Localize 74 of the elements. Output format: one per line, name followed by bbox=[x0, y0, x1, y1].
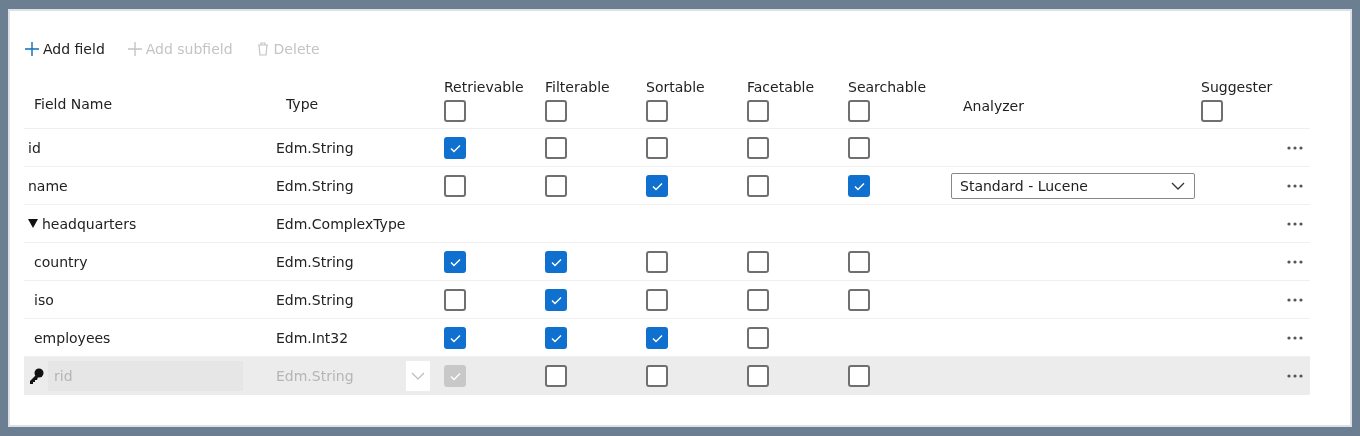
checkbox[interactable] bbox=[848, 174, 870, 197]
plus-icon bbox=[126, 41, 143, 57]
more-icon bbox=[1287, 221, 1303, 226]
column-header: Sortable bbox=[646, 79, 706, 95]
checkbox[interactable] bbox=[444, 174, 466, 197]
checkbox[interactable] bbox=[444, 136, 466, 159]
checkbox[interactable] bbox=[545, 250, 567, 273]
field-name: name bbox=[28, 177, 68, 194]
checkbox[interactable] bbox=[545, 100, 567, 122]
checkbox[interactable] bbox=[747, 288, 769, 311]
checkbox[interactable] bbox=[848, 288, 870, 311]
field-name: country bbox=[34, 253, 88, 270]
more-icon bbox=[1287, 145, 1303, 150]
field-name: id bbox=[28, 139, 41, 156]
checkbox[interactable] bbox=[848, 100, 870, 122]
checkbox[interactable] bbox=[747, 100, 769, 122]
checkbox[interactable] bbox=[646, 288, 668, 311]
checkbox[interactable] bbox=[545, 326, 567, 349]
checkbox[interactable] bbox=[747, 136, 769, 159]
checkbox[interactable] bbox=[646, 365, 668, 387]
field-type: Edm.String bbox=[276, 291, 354, 308]
checkbox[interactable] bbox=[545, 136, 567, 159]
checkbox[interactable] bbox=[444, 326, 466, 349]
column-header: Field Name bbox=[34, 96, 114, 112]
column-header: Retrievable bbox=[444, 79, 525, 95]
more-icon bbox=[1287, 297, 1303, 302]
field-name: headquarters bbox=[42, 215, 137, 232]
field-name: employees bbox=[34, 329, 111, 346]
checkbox[interactable] bbox=[444, 250, 466, 273]
more-icon bbox=[1287, 335, 1303, 340]
checkbox[interactable] bbox=[848, 250, 870, 273]
column-header: Suggester bbox=[1201, 79, 1274, 95]
table-row[interactable]: iso Edm.String bbox=[24, 281, 1310, 319]
checkbox[interactable] bbox=[545, 365, 567, 387]
field-type: Edm.String bbox=[276, 177, 354, 194]
more-icon bbox=[1287, 259, 1303, 264]
column-header: Filterable bbox=[545, 79, 611, 95]
add-button[interactable]: Add field bbox=[24, 41, 105, 57]
chevron-icon bbox=[406, 361, 430, 391]
field-type: Edm.ComplexType bbox=[276, 215, 406, 232]
checkbox[interactable] bbox=[747, 326, 769, 349]
column-header: Facetable bbox=[747, 79, 816, 95]
table-row[interactable]: id Edm.String bbox=[24, 129, 1310, 167]
table-row[interactable]: name Edm.String Standard - Lucene bbox=[24, 167, 1310, 205]
column-header: Type bbox=[286, 96, 320, 112]
checkbox[interactable] bbox=[747, 365, 769, 387]
checkbox[interactable] bbox=[545, 174, 567, 197]
checkbox[interactable] bbox=[646, 326, 668, 349]
checkbox[interactable] bbox=[444, 100, 466, 122]
table-row[interactable]: headquarters Edm.ComplexType bbox=[24, 205, 1310, 243]
field-type: Edm.Int32 bbox=[276, 329, 349, 346]
table-row[interactable]: country Edm.String bbox=[24, 243, 1310, 281]
field-name: iso bbox=[34, 291, 54, 308]
checkbox[interactable] bbox=[444, 288, 466, 311]
expand-icon[interactable] bbox=[28, 219, 38, 228]
checkbox[interactable] bbox=[646, 136, 668, 159]
checkbox[interactable] bbox=[848, 136, 870, 159]
checkbox[interactable] bbox=[747, 174, 769, 197]
checkbox[interactable] bbox=[747, 250, 769, 273]
plus-icon bbox=[24, 41, 40, 57]
more-icon bbox=[1287, 374, 1303, 378]
checkbox[interactable] bbox=[646, 100, 668, 122]
checkbox[interactable] bbox=[646, 174, 668, 197]
checkbox[interactable] bbox=[444, 365, 466, 387]
checkbox[interactable] bbox=[545, 288, 567, 311]
column-header: Analyzer bbox=[963, 98, 1025, 114]
more-icon bbox=[1287, 183, 1303, 188]
field-type: Edm.String bbox=[276, 253, 354, 270]
checkbox[interactable] bbox=[1201, 100, 1223, 122]
field-type: Edm.String bbox=[276, 139, 354, 156]
checkbox[interactable] bbox=[646, 250, 668, 273]
analyzer-dropdown[interactable]: Standard - Lucene bbox=[951, 172, 1195, 199]
column-header: Searchable bbox=[848, 79, 928, 95]
checkbox[interactable] bbox=[848, 365, 870, 387]
